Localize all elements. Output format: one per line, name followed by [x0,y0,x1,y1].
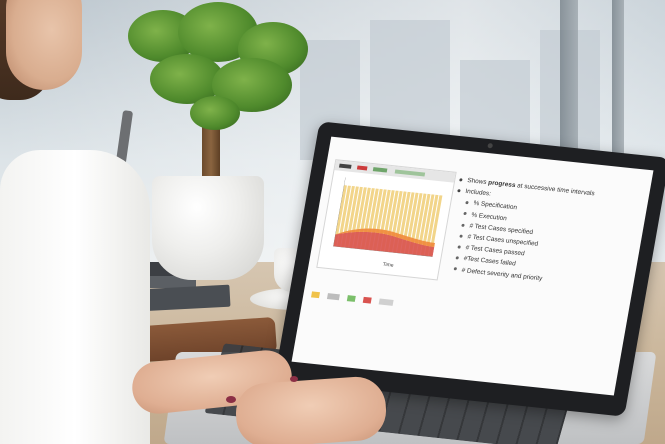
bullet-dot-icon [455,256,459,260]
photo-scene: Time Shows progress at successive time i… [0,0,665,444]
bullet-dot-icon [463,212,467,216]
laptop-lid: Time Shows progress at successive time i… [274,121,665,417]
webcam-icon [487,142,494,149]
bullet-dot-icon [459,178,463,182]
bullet-text: Shows [466,177,489,187]
chart-x-axis-label: Time [382,261,395,269]
right-hand [233,374,389,444]
bullet-dot-icon [457,189,461,193]
person-shirt [0,150,150,444]
laptop-screen: Time Shows progress at successive time i… [291,136,654,396]
chart-legend [311,289,394,307]
plant-pot [152,176,264,280]
bullet-dot-icon [459,234,463,238]
bullet-text: Includes: [464,188,492,198]
progress-chart: Time [316,159,457,281]
bullet-dot-icon [453,267,458,271]
person-face [6,0,82,90]
bullet-dot-icon [465,201,469,205]
bullet-dot-icon [461,223,465,227]
slide-bullet-list: Shows progress at successive time interv… [443,174,650,293]
chart-plot [333,177,443,257]
bullet-bold-text: progress [487,179,517,190]
bullet-dot-icon [457,245,461,249]
